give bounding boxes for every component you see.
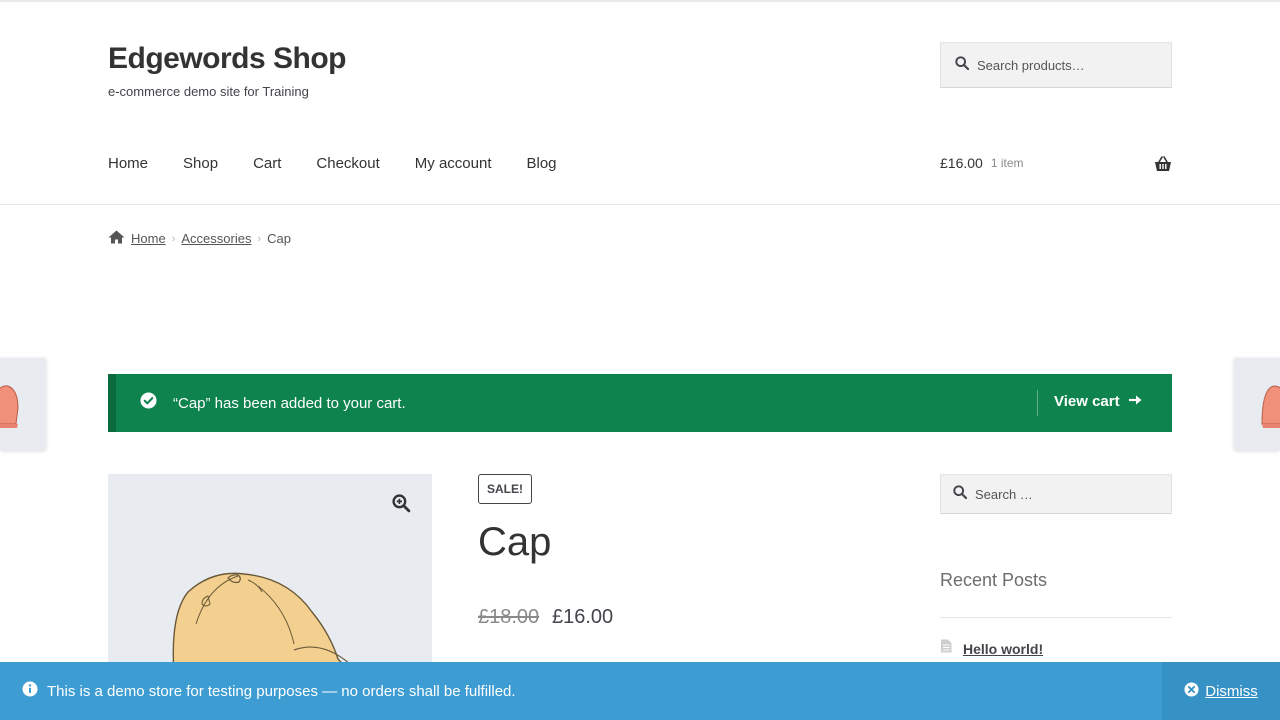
recent-post-item: Hello world! [940,639,1043,658]
view-cart-button[interactable]: View cart [1054,393,1143,410]
dismiss-button[interactable]: Dismiss [1162,662,1280,720]
header-search-input[interactable] [977,57,1157,73]
next-product-thumbnail[interactable] [1234,358,1280,450]
document-icon [940,639,952,658]
previous-product-thumbnail[interactable] [0,358,46,450]
breadcrumb-separator: › [257,232,262,245]
check-circle-icon [140,392,157,414]
header-search-form[interactable] [940,42,1172,88]
breadcrumb-accessories[interactable]: Accessories [181,231,251,246]
cart-amount: £16.00 [940,155,983,171]
nav-cart[interactable]: Cart [253,155,281,172]
search-icon [955,55,970,75]
nav-blog[interactable]: Blog [526,155,556,172]
store-notice-message: This is a demo store for testing purpose… [47,682,516,700]
breadcrumb: Home › Accessories › Cap [108,230,291,247]
close-circle-icon [1184,681,1199,701]
home-icon [108,230,125,247]
site-title[interactable]: Edgewords Shop [108,42,347,76]
sale-badge: SALE! [478,474,532,504]
notice-message: “Cap” has been added to your cart. [173,394,406,412]
breadcrumb-separator: › [171,232,176,245]
sale-price: £16.00 [552,606,614,628]
basket-icon[interactable] [1154,156,1172,177]
regular-price: £18.00 [478,606,540,628]
view-cart-label: View cart [1054,393,1120,410]
product-image[interactable] [108,474,432,674]
arrow-right-icon [1120,393,1143,410]
recent-post-link[interactable]: Hello world! [963,641,1043,657]
search-icon [953,484,968,504]
nav-checkout[interactable]: Checkout [316,155,379,172]
product-title: Cap [478,520,552,564]
info-icon [22,681,38,702]
cap-illustration [172,572,353,674]
sidebar-search-form[interactable] [940,474,1172,514]
sidebar-search-input[interactable] [975,486,1155,502]
dismiss-label: Dismiss [1205,682,1258,700]
primary-navigation: Home Shop Cart Checkout My account Blog [108,155,592,172]
header-cart[interactable]: £16.00 1 item [940,155,1172,171]
breadcrumb-home[interactable]: Home [131,231,166,246]
notice-divider [1037,390,1038,416]
demo-store-notice: This is a demo store for testing purpose… [0,662,1280,720]
recent-posts-divider [940,617,1172,618]
header-divider [0,204,1280,205]
top-border [0,0,1280,2]
nav-shop[interactable]: Shop [183,155,218,172]
nav-home[interactable]: Home [108,155,148,172]
cart-count: 1 item [990,156,1024,170]
nav-my-account[interactable]: My account [415,155,492,172]
breadcrumb-current: Cap [267,231,291,246]
site-description: e-commerce demo site for Training [108,84,309,99]
recent-posts-heading: Recent Posts [940,570,1048,590]
cart-added-notice: “Cap” has been added to your cart. View … [108,374,1172,432]
